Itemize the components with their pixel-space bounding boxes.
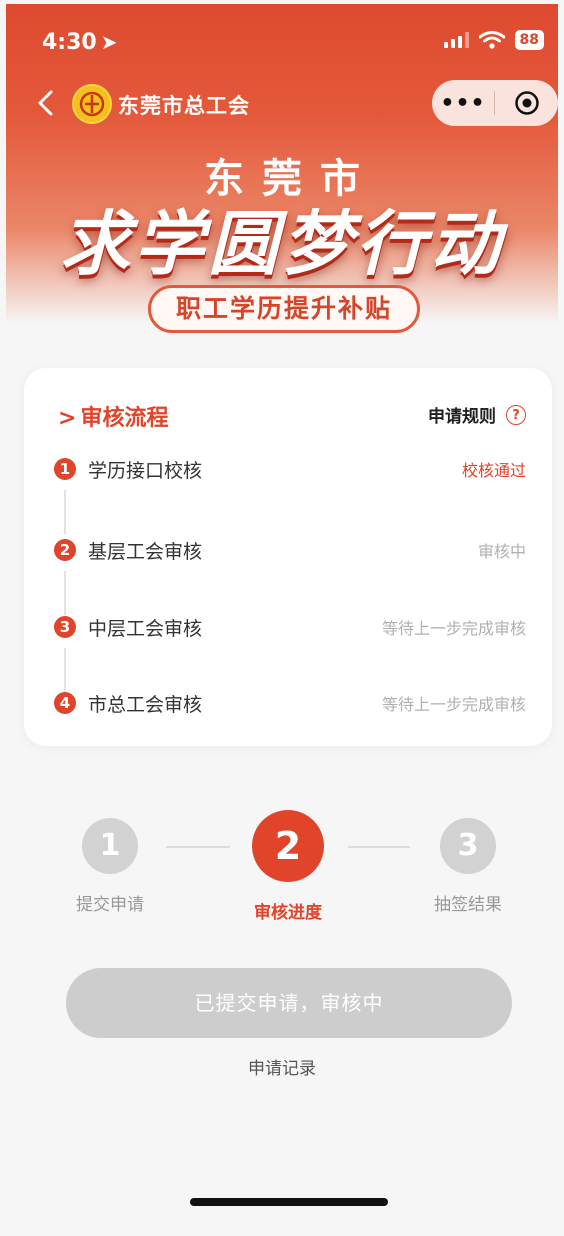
progress-caption: 提交申请 <box>76 895 144 915</box>
banner-tag: 职工学历提升补贴 <box>148 285 420 333</box>
status-time: 4:30 ➤ <box>42 30 118 55</box>
step-status: 等待上一步完成审核 <box>381 619 526 638</box>
battery-icon: 88 <box>514 30 544 50</box>
app-screen: 4:30 ➤ 88 东莞市总工会 ••• 东莞市 求学圆梦行动 职工学历提升补贴… <box>6 4 558 1218</box>
home-indicator[interactable] <box>190 1198 388 1206</box>
close-miniapp-button[interactable] <box>495 90 558 116</box>
target-circle-icon <box>514 91 539 115</box>
more-options-button[interactable]: ••• <box>432 91 494 116</box>
step-number-badge: 3 <box>54 616 76 638</box>
review-step: 3 中层工会审核 等待上一步完成审核 <box>54 612 526 642</box>
union-logo-icon <box>72 84 112 124</box>
progress-step-1: 1 <box>82 818 138 874</box>
step-label: 中层工会审核 <box>88 617 203 640</box>
progress-step-3: 3 <box>440 818 496 874</box>
status-indicators: 88 <box>443 30 544 50</box>
step-number-badge: 2 <box>54 539 76 561</box>
cellular-signal-icon <box>443 32 469 48</box>
step-label: 基层工会审核 <box>88 540 203 563</box>
review-step: 1 学历接口校核 校核通过 <box>54 454 526 484</box>
step-status: 校核通过 <box>461 461 526 480</box>
rules-label: 申请规则 <box>428 407 496 427</box>
review-step: 2 基层工会审核 审核中 <box>54 535 526 565</box>
progress-connector <box>166 846 230 848</box>
rules-link[interactable]: 申请规则 ? <box>428 402 526 427</box>
progress-caption: 抽签结果 <box>434 895 502 915</box>
progress-step-2-active: 2 <box>252 810 324 882</box>
step-connector <box>64 571 66 615</box>
progress-caption-active: 审核进度 <box>254 903 322 923</box>
card-title: > 审核流程 <box>58 400 168 432</box>
step-label: 学历接口校核 <box>88 459 203 482</box>
chevron-right-icon: > <box>58 406 77 431</box>
submitted-status-button[interactable]: 已提交申请，审核中 <box>66 968 512 1038</box>
nav-title: 东莞市总工会 <box>118 94 250 118</box>
time-text: 4:30 <box>42 30 97 55</box>
wifi-icon <box>478 31 505 49</box>
step-connector <box>64 490 66 534</box>
progress-connector <box>348 846 410 848</box>
miniapp-capsule: ••• <box>432 80 558 126</box>
review-step: 4 市总工会审核 等待上一步完成审核 <box>54 688 526 718</box>
application-record-link[interactable]: 申请记录 <box>6 1054 558 1079</box>
question-icon: ? <box>506 404 526 425</box>
step-number-badge: 1 <box>54 458 76 480</box>
step-connector <box>64 648 66 692</box>
step-status: 审核中 <box>477 542 526 561</box>
step-label: 市总工会审核 <box>88 693 203 716</box>
banner-title: 求学圆梦行动 <box>60 203 504 285</box>
card-title-text: 审核流程 <box>80 406 169 431</box>
review-process-card: > 审核流程 申请规则 ? 1 学历接口校核 校核通过 2 基层工会审核 审核中 … <box>24 368 552 746</box>
step-status: 等待上一步完成审核 <box>381 695 526 714</box>
back-chevron-icon[interactable] <box>32 88 62 118</box>
step-number-badge: 4 <box>54 692 76 714</box>
location-arrow-icon: ➤ <box>100 30 118 54</box>
